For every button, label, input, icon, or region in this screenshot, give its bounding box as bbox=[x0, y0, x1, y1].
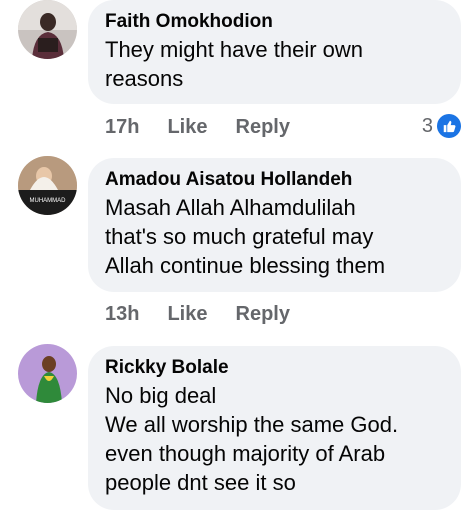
comment-author[interactable]: Amadou Aisatou Hollandeh bbox=[105, 168, 445, 191]
comment-text: Masah Allah Alhamdulilah that's so much … bbox=[105, 195, 386, 278]
comment-actions: 13h Like Reply bbox=[105, 303, 290, 326]
user-photo: MUHAMMAD bbox=[18, 156, 77, 215]
reaction-count: 3 bbox=[421, 114, 433, 137]
comment-bubble: Faith Omokhodion They might have their o… bbox=[88, 0, 461, 104]
like-icon bbox=[437, 114, 461, 138]
comment-bubble: Rickky Bolale No big deal We all worship… bbox=[88, 346, 461, 510]
avatar-faith-omokhodion[interactable] bbox=[18, 0, 77, 59]
comment-text: No big deal We all worship the same God.… bbox=[105, 383, 399, 495]
comment-bubble: Amadou Aisatou Hollandeh Masah Allah Alh… bbox=[88, 158, 461, 292]
comment-text: They might have their own reasons bbox=[105, 37, 364, 91]
reply-button[interactable]: Reply bbox=[236, 303, 290, 326]
comment-timestamp[interactable]: 17h bbox=[105, 116, 139, 139]
like-button[interactable]: Like bbox=[167, 303, 207, 326]
reaction-summary[interactable]: 3 bbox=[422, 114, 461, 138]
comment-actions: 17h Like Reply bbox=[105, 116, 290, 139]
avatar-caption: MUHAMMAD bbox=[30, 198, 67, 204]
user-photo bbox=[18, 344, 77, 403]
comment-author[interactable]: Rickky Bolale bbox=[105, 356, 445, 379]
user-photo bbox=[18, 0, 77, 59]
like-button[interactable]: Like bbox=[167, 116, 207, 139]
reply-button[interactable]: Reply bbox=[236, 116, 290, 139]
avatar-amadou-aisatou-hollandeh[interactable]: MUHAMMAD bbox=[18, 156, 77, 215]
comment-timestamp[interactable]: 13h bbox=[105, 303, 139, 326]
avatar-rickky-bolale[interactable] bbox=[18, 344, 77, 403]
comment-author[interactable]: Faith Omokhodion bbox=[105, 10, 445, 33]
